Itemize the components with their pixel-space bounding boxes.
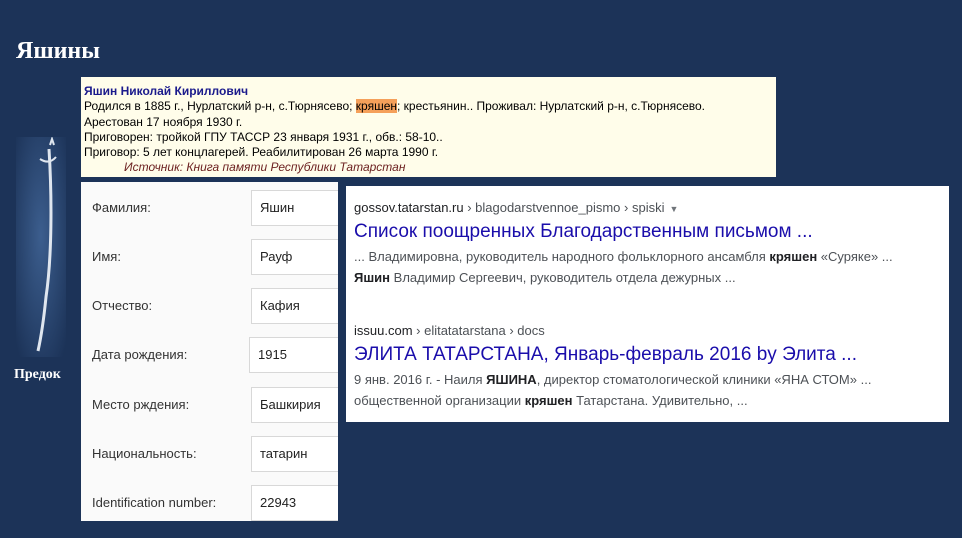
form-row-birth-date: Дата рождения: 1915 bbox=[81, 335, 338, 375]
result-breadcrumb[interactable]: gossov.tatarstan.ru › blagodarstvennoe_p… bbox=[354, 200, 944, 215]
sentenced-by-info: Приговорен: тройкой ГПУ ТАССР 23 января … bbox=[84, 129, 443, 144]
page-title: Яшины bbox=[16, 38, 100, 64]
search-result: gossov.tatarstan.ru › blagodarstvennoe_p… bbox=[354, 200, 944, 288]
ancestor-caption: Предок bbox=[14, 367, 61, 382]
birth-place-label: Место рждения: bbox=[92, 397, 190, 412]
sentence-info: Приговор: 5 лет концлагерей. Реабилитиро… bbox=[84, 145, 439, 160]
patronymic-label: Отчество: bbox=[92, 298, 153, 313]
form-row-nationality: Национальность: татарин bbox=[81, 434, 338, 474]
highlighted-term: кряшен bbox=[355, 99, 398, 114]
result-breadcrumb[interactable]: issuu.com › elitatatarstana › docs bbox=[354, 323, 944, 338]
result-title-link[interactable]: Список поощренных Благодарственным письм… bbox=[354, 221, 944, 243]
search-results-panel: gossov.tatarstan.ru › blagodarstvennoe_p… bbox=[346, 186, 949, 422]
birth-place-field[interactable]: Башкирия bbox=[251, 387, 338, 423]
arrest-info: Арестован 17 ноября 1930 г. bbox=[84, 114, 243, 129]
result-snippet: ... Владимировна, руководитель народного… bbox=[354, 249, 893, 285]
surname-label: Фамилия: bbox=[92, 200, 151, 215]
result-snippet: 9 янв. 2016 г. - Наиля ЯШИНА, директор с… bbox=[354, 372, 872, 408]
result-title-link[interactable]: ЭЛИТА ТАТАРСТАНА, Январь-февраль 2016 by… bbox=[354, 344, 944, 366]
birth-date-field[interactable]: 1915 bbox=[249, 337, 338, 373]
form-row-birth-place: Место рждения: Башкирия bbox=[81, 385, 338, 425]
birth-date-label: Дата рождения: bbox=[92, 347, 188, 362]
saber-icon bbox=[16, 135, 66, 357]
nationality-field[interactable]: татарин bbox=[251, 436, 338, 472]
person-name: Яшин Николай Кириллович bbox=[84, 84, 249, 98]
id-number-field[interactable]: 22943 bbox=[251, 485, 338, 521]
form-row-surname: Фамилия: Яшин bbox=[81, 188, 338, 228]
id-number-label: Identification number: bbox=[92, 495, 217, 510]
search-result: issuu.com › elitatatarstana › docs ЭЛИТА… bbox=[354, 323, 944, 411]
form-row-patronymic: Отчество: Кафия bbox=[81, 286, 338, 326]
person-form: Фамилия: Яшин Имя: Рауф Отчество: Кафия … bbox=[81, 182, 338, 521]
first-name-field[interactable]: Рауф bbox=[251, 239, 338, 275]
source-info: Источник: Книга памяти Республики Татарс… bbox=[124, 160, 406, 175]
birth-info: Родился в 1885 г., Нурлатский р-н, с.Тюр… bbox=[84, 99, 706, 114]
nationality-label: Национальность: bbox=[92, 446, 197, 461]
form-row-first-name: Имя: Рауф bbox=[81, 237, 338, 277]
chevron-down-icon[interactable]: ▼ bbox=[669, 204, 678, 214]
patronymic-field[interactable]: Кафия bbox=[251, 288, 338, 324]
first-name-label: Имя: bbox=[92, 249, 121, 264]
memory-book-card: Яшин Николай Кириллович Родился в 1885 г… bbox=[81, 77, 776, 177]
surname-field[interactable]: Яшин bbox=[251, 190, 338, 226]
form-row-id-number: Identification number: 22943 bbox=[81, 483, 338, 521]
